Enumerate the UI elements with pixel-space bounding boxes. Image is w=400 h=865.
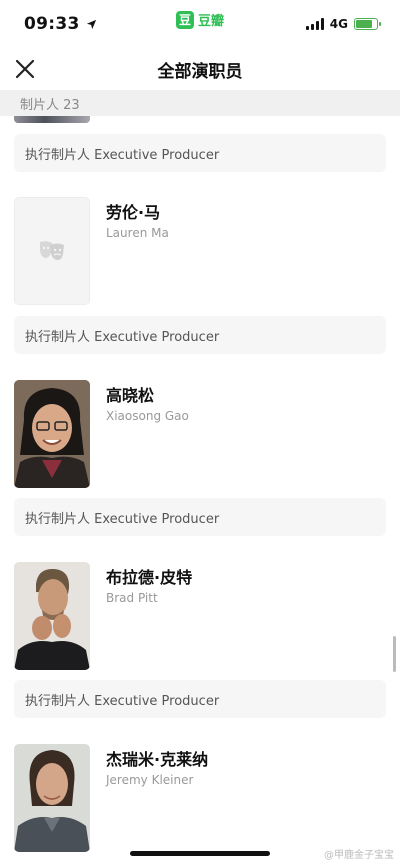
network-type: 4G — [329, 17, 348, 31]
person-en-name: Lauren Ma — [106, 226, 169, 240]
app-indicator: 豆 豆瓣 — [175, 10, 225, 29]
person-name[interactable]: 高晓松 — [106, 382, 154, 406]
portrait-photo[interactable] — [14, 744, 90, 852]
battery-charging-icon — [354, 18, 381, 30]
portrait-photo[interactable] — [14, 380, 90, 488]
status-bar: 09:33 豆 豆瓣 4G — [0, 0, 400, 48]
nav-bar: 全部演职员 — [0, 48, 400, 90]
placeholder-photo[interactable] — [14, 197, 90, 305]
page-title: 全部演职员 — [157, 61, 243, 82]
person-en-name: Xiaosong Gao — [106, 409, 189, 423]
close-icon — [15, 59, 35, 79]
scrollbar[interactable] — [393, 636, 396, 672]
role-label: 执行制片人 Executive Producer — [14, 316, 386, 354]
role-label: 执行制片人 Executive Producer — [14, 680, 386, 718]
person-item[interactable]: 高晓松 Xiaosong Gao — [0, 380, 400, 490]
person-en-name: Brad Pitt — [106, 591, 158, 605]
douban-logo-icon: 豆 — [175, 10, 194, 29]
battery-level — [356, 20, 372, 28]
section-header-producers: 制片人 23 — [0, 90, 400, 116]
person-item[interactable]: 劳伦·马 Lauren Ma — [0, 197, 400, 307]
person-name[interactable]: 劳伦·马 — [106, 199, 160, 223]
app-name: 豆瓣 — [197, 14, 225, 29]
person-name[interactable]: 布拉德·皮特 — [106, 564, 192, 588]
role-label: 执行制片人 Executive Producer — [14, 498, 386, 536]
cropped-portrait-photo[interactable] — [14, 116, 90, 123]
cast-crew-list[interactable]: 执行制片人 Executive Producer 劳伦·马 Lauren Ma … — [0, 116, 400, 865]
cellular-signal-icon — [305, 18, 324, 30]
person-en-name: Jeremy Kleiner — [106, 773, 194, 787]
watermark: @甲鹿金子宝宝 — [324, 850, 394, 861]
person-item[interactable]: 布拉德·皮特 Brad Pitt — [0, 562, 400, 672]
status-right: 4G — [305, 17, 381, 31]
home-indicator[interactable] — [130, 851, 270, 856]
close-button[interactable] — [12, 56, 38, 82]
person-item[interactable]: 杰瑞米·克莱纳 Jeremy Kleiner — [0, 744, 400, 854]
status-time: 09:33 — [24, 14, 80, 34]
theater-mask-icon — [40, 241, 64, 260]
role-label: 执行制片人 Executive Producer — [14, 134, 386, 172]
portrait-photo[interactable] — [14, 562, 90, 670]
status-left: 09:33 — [24, 14, 97, 34]
person-name[interactable]: 杰瑞米·克莱纳 — [106, 746, 208, 770]
location-arrow-icon — [86, 19, 96, 29]
